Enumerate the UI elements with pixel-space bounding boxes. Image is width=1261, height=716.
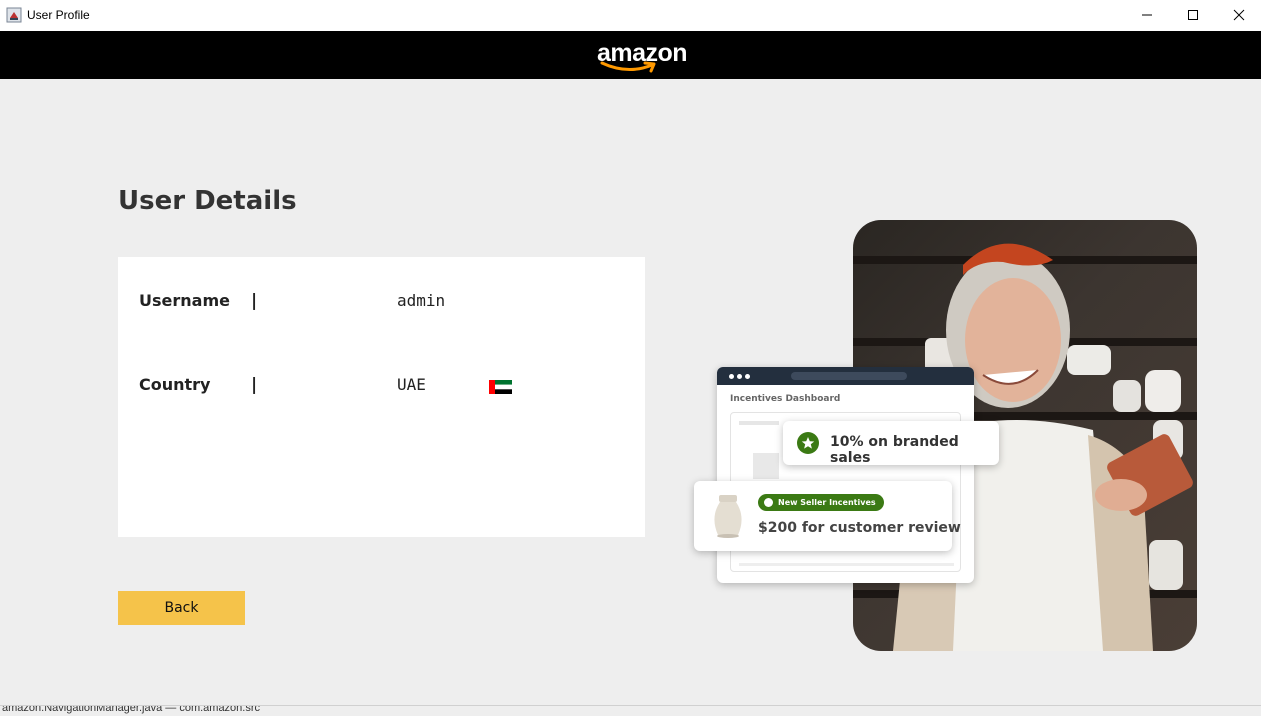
status-bar: amazon.NavigationManager.java — com.amaz… <box>0 705 1261 716</box>
branded-sales-badge: 10% on branded sales <box>783 421 999 466</box>
status-text: amazon.NavigationManager.java — com.amaz… <box>2 705 261 714</box>
window-dot-icon <box>729 374 734 379</box>
vase-icon <box>714 495 742 538</box>
url-bar <box>791 372 907 380</box>
seller-incentive-card: New Seller Incentives $200 for customer … <box>694 481 961 551</box>
window-dot-icon <box>737 374 742 379</box>
country-label: Country <box>139 375 211 394</box>
country-separator: | <box>251 375 258 395</box>
window-title: User Profile <box>27 8 90 22</box>
close-icon <box>1233 9 1245 21</box>
user-details-card: Username | admin Country | UAE <box>118 257 645 537</box>
amazon-logo: amazon <box>597 35 688 75</box>
username-label: Username <box>139 291 230 310</box>
close-button[interactable] <box>1216 0 1261 31</box>
uae-flag-icon <box>489 380 512 394</box>
java-cup-icon <box>6 7 22 23</box>
window-dot-icon <box>745 374 750 379</box>
back-button[interactable]: Back <box>118 591 245 625</box>
page-title: User Details <box>118 186 297 216</box>
browser-bar <box>717 367 974 385</box>
pill-text: New Seller Incentives <box>778 498 876 507</box>
placeholder-line <box>739 563 954 566</box>
minimize-button[interactable] <box>1124 0 1170 31</box>
minimize-icon <box>1142 14 1152 16</box>
incentive-text: $200 for customer review <box>758 520 961 536</box>
dashboard-title: Incentives Dashboard <box>730 394 841 404</box>
maximize-button[interactable] <box>1170 0 1216 31</box>
username-separator: | <box>251 291 258 311</box>
placeholder-line <box>739 421 779 425</box>
placeholder-block <box>753 453 779 479</box>
plus-icon <box>764 498 773 507</box>
maximize-icon <box>1188 10 1198 20</box>
window-title-bar: User Profile <box>0 0 1261 31</box>
star-icon <box>797 432 819 454</box>
username-value: admin <box>397 291 446 310</box>
country-value: UAE <box>397 375 426 394</box>
branded-sales-text: 10% on branded sales <box>830 434 959 466</box>
smile-arrow-icon <box>600 61 656 73</box>
app-header: amazon <box>0 31 1261 79</box>
new-seller-pill: New Seller Incentives <box>758 494 884 511</box>
